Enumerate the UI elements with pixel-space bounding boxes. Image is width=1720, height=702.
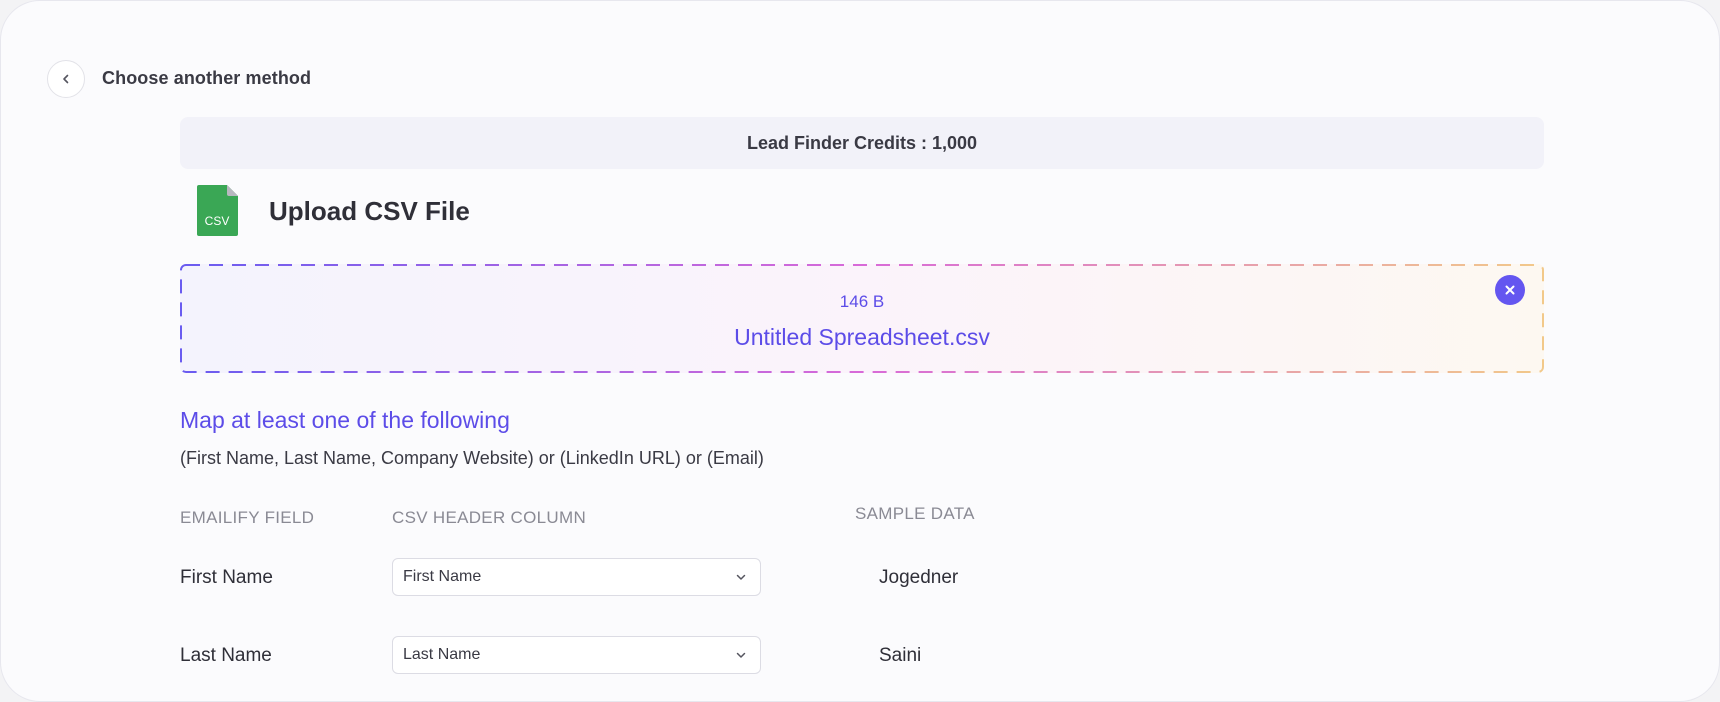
chevron-down-icon [736,574,746,580]
csv-column-select[interactable]: Last Name [392,636,761,674]
mapping-title: Map at least one of the following [180,407,510,433]
column-header-field: EMAILIFY FIELD [180,508,315,527]
file-size: 146 B [839,292,885,311]
close-icon [1505,285,1515,295]
column-header-csv: CSV HEADER COLUMN [392,508,587,527]
mapping-row-field: Last Name [180,645,272,666]
mapping-subtitle: (First Name, Last Name, Company Website)… [180,448,764,468]
credits-banner: Lead Finder Credits : 1,000 [180,117,1544,169]
back-button[interactable] [47,60,85,98]
column-header-sample: SAMPLE DATA [855,504,975,523]
csv-file-icon: CSV [197,185,238,236]
mapping-row-field: First Name [180,567,273,588]
chevron-down-icon [736,652,746,658]
sample-value: Jogedner [879,567,959,588]
sample-value: Saini [879,645,922,666]
csv-icon-label: CSV [205,214,230,228]
dropzone-border [180,264,1544,373]
select-value: Last Name [403,646,481,663]
csv-column-select[interactable]: First Name [392,558,761,596]
app-window: Choose another method Lead Finder Credit… [0,0,1720,702]
chevron-left-icon [63,74,69,84]
upload-title: Upload CSV File [269,196,470,226]
remove-file-button[interactable] [1495,275,1525,305]
back-link-label[interactable]: Choose another method [102,68,311,89]
select-value: First Name [403,568,482,585]
credits-text: Lead Finder Credits : 1,000 [746,132,978,153]
file-dropzone[interactable]: 146 B Untitled Spreadsheet.csv [180,264,1544,373]
file-name: Untitled Spreadsheet.csv [734,324,990,350]
